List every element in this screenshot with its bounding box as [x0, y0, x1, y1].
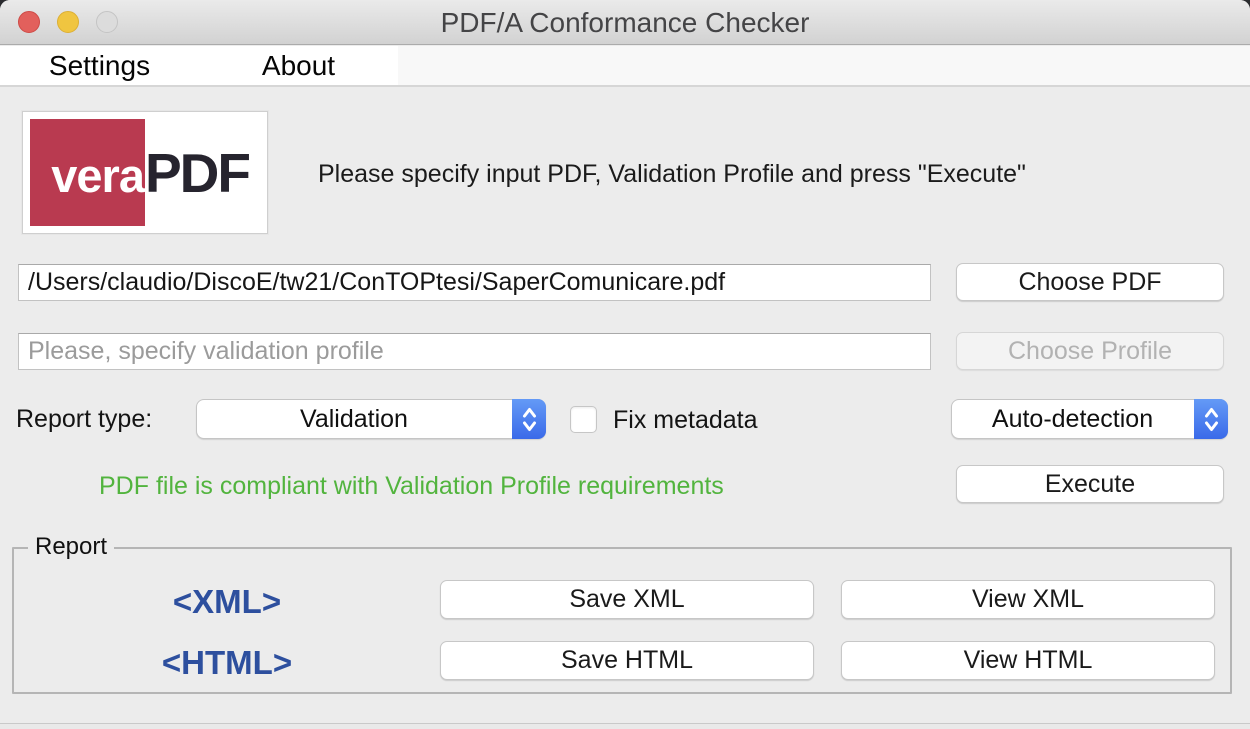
up-down-chevrons-icon [1194, 399, 1228, 439]
save-html-button[interactable]: Save HTML [440, 641, 814, 680]
fix-metadata-checkbox[interactable] [570, 406, 597, 433]
up-down-chevrons-icon [512, 399, 546, 439]
report-type-selected-value: Validation [197, 400, 511, 438]
verapdf-logo-image: vera PDF [30, 119, 260, 226]
execute-button[interactable]: Execute [956, 465, 1224, 503]
choose-profile-button: Choose Profile [956, 332, 1224, 370]
report-type-select[interactable]: Validation [196, 399, 546, 439]
status-message: PDF file is compliant with Validation Pr… [99, 472, 724, 501]
save-xml-button[interactable]: Save XML [440, 580, 814, 619]
main-content: vera PDF Please specify input PDF, Valid… [0, 89, 1250, 729]
report-type-label: Report type: [16, 405, 152, 434]
view-html-button[interactable]: View HTML [841, 641, 1215, 680]
fix-metadata-label: Fix metadata [613, 406, 758, 435]
html-tag-label: <HTML> [147, 644, 307, 682]
pdf-path-input[interactable] [18, 264, 931, 301]
choose-pdf-button[interactable]: Choose PDF [956, 263, 1224, 301]
logo-vera-text: vera [30, 119, 145, 226]
window-bottom-edge [0, 723, 1250, 729]
titlebar: PDF/A Conformance Checker [0, 0, 1250, 45]
report-group: Report <XML> Save XML View XML <HTML> Sa… [12, 547, 1232, 694]
view-xml-button[interactable]: View XML [841, 580, 1215, 619]
report-group-title: Report [28, 533, 114, 561]
verapdf-logo: vera PDF [22, 111, 268, 234]
menu-about[interactable]: About [199, 46, 398, 85]
flavour-selected-value: Auto-detection [952, 400, 1193, 438]
validation-profile-input[interactable] [18, 333, 931, 370]
menubar: Settings About [0, 46, 1250, 87]
menu-settings[interactable]: Settings [0, 46, 199, 85]
instruction-text: Please specify input PDF, Validation Pro… [318, 160, 1026, 189]
xml-tag-label: <XML> [147, 583, 307, 621]
logo-pdf-text: PDF [145, 119, 260, 226]
app-window: PDF/A Conformance Checker Settings About… [0, 0, 1250, 729]
flavour-select[interactable]: Auto-detection [951, 399, 1228, 439]
window-title: PDF/A Conformance Checker [0, 0, 1250, 45]
menu-strip: Settings About [0, 46, 398, 85]
